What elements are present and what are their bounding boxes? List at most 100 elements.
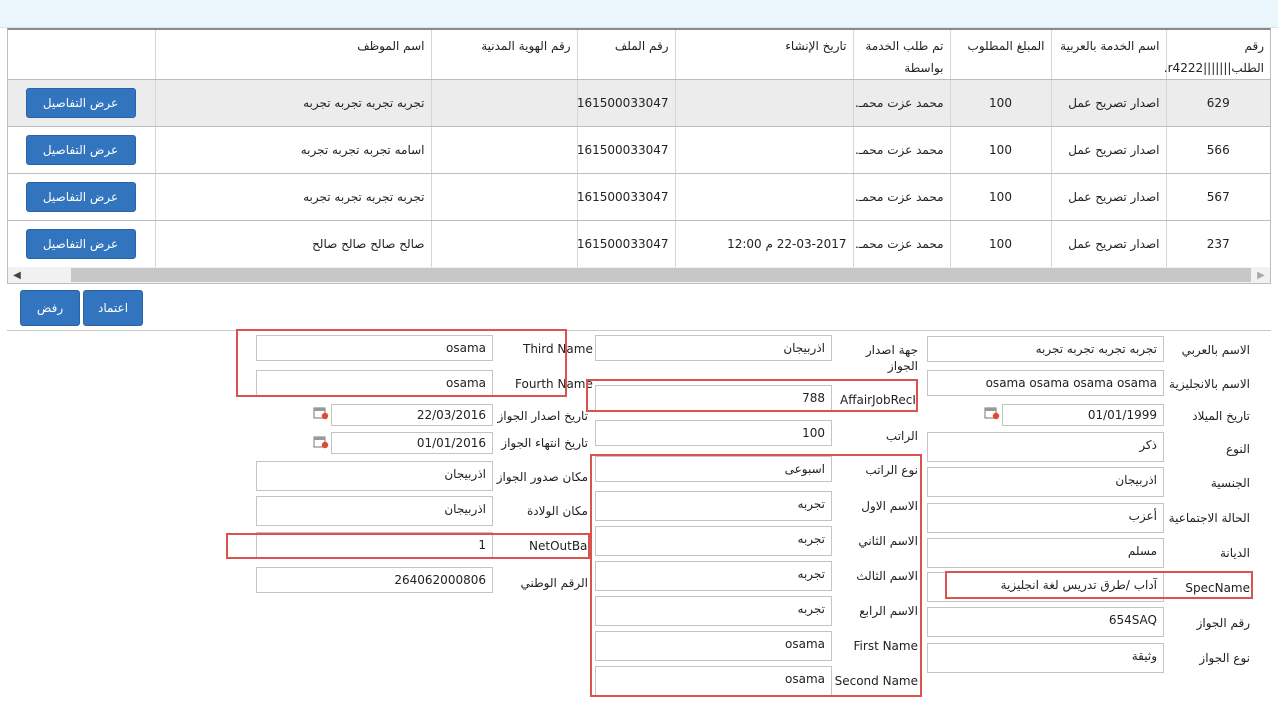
third-name-ar-field[interactable]: تجربه — [595, 561, 832, 591]
passport-issue-date-label: تاريخ اصدار الجواز — [497, 409, 588, 423]
table-row[interactable]: 566 اصدار تصريح عمل 100 محمد عزت محمـ...… — [8, 126, 1270, 174]
affair-job-field[interactable]: 788 — [595, 385, 832, 411]
net-out-label: NetOutBal — [529, 539, 587, 553]
view-details-button[interactable]: عرض التفاصيل — [25, 229, 136, 259]
fourth-name-en-field[interactable]: osama — [256, 370, 493, 396]
table-row[interactable]: 567 اصدار تصريح عمل 100 محمد عزت محمـ...… — [8, 173, 1270, 221]
view-details-button[interactable]: عرض التفاصيل — [25, 88, 136, 118]
view-details-button[interactable]: عرض التفاصيل — [25, 135, 136, 165]
passport-type-label: نوع الجواز — [1199, 651, 1250, 665]
cell-amount: 100 — [949, 79, 1051, 127]
name-ar-field[interactable]: تجربه تجربه تجربه تجربه — [927, 336, 1164, 362]
first-name-ar-field[interactable]: تجربه — [595, 491, 832, 521]
col-actions — [8, 30, 155, 80]
salary-type-label: نوع الراتب — [865, 463, 918, 477]
cell-requested-by: محمد عزت محمـ... — [852, 79, 950, 127]
net-out-field[interactable]: 1 — [256, 532, 493, 558]
table-header-row: رقم الطلب|||||||r4222. اسم الخدمة بالعرب… — [8, 30, 1270, 80]
cell-employee: صالح صالح صالح صالح — [154, 220, 431, 268]
cell-civil-id — [430, 220, 577, 268]
gender-field[interactable]: ذكر — [927, 432, 1164, 462]
col-created-date[interactable]: تاريخ الإنشاء — [674, 30, 853, 80]
col-requested-by[interactable]: تم طلب الخدمة بواسطة — [852, 30, 950, 80]
fourth-name-ar-field[interactable]: تجربه — [595, 596, 832, 626]
passport-issuer-label: جهة اصدار الجواز — [865, 343, 918, 373]
cell-requested-by: محمد عزت محمـ... — [852, 173, 950, 221]
second-name-en-field[interactable]: osama — [595, 666, 832, 696]
salary-type-field[interactable]: اسبوعى — [595, 456, 832, 482]
cell-service: اصدار تصريح عمل — [1050, 79, 1166, 127]
birth-date-field[interactable]: 01/01/1999 — [1002, 404, 1164, 426]
passport-issue-date-field[interactable]: 22/03/2016 — [331, 404, 493, 426]
col-civil-id[interactable]: رقم الهوية المدنية — [430, 30, 577, 80]
nationality-field[interactable]: اذربيجان — [927, 467, 1164, 497]
cell-employee: تجربه تجربه تجربه تجربه — [154, 79, 431, 127]
spec-label: SpecName — [1185, 581, 1250, 595]
col-employee-name[interactable]: اسم الموظف — [154, 30, 431, 80]
table-row[interactable]: 629 اصدار تصريح عمل 100 محمد عزت محمـ...… — [8, 79, 1270, 127]
passport-expiry-date-label: تاريخ انتهاء الجواز — [501, 436, 588, 450]
passport-type-field[interactable]: وثيقة — [927, 643, 1164, 673]
reject-button[interactable]: رفض — [20, 290, 80, 326]
salary-field[interactable]: 100 — [595, 420, 832, 446]
cell-employee: تجربه تجربه تجربه تجربه — [154, 173, 431, 221]
cell-created — [674, 126, 853, 174]
scroll-right-icon[interactable]: ▶ — [1254, 267, 1268, 283]
table-row[interactable]: 237 اصدار تصريح عمل 100 محمد عزت محمـ...… — [8, 220, 1270, 268]
spec-field[interactable]: آداب /طرق تدريس لغة انجليزية — [927, 572, 1164, 602]
passport-place-field[interactable]: اذربيجان — [256, 461, 493, 491]
calendar-icon[interactable] — [313, 406, 329, 420]
birth-place-field[interactable]: اذربيجان — [256, 496, 493, 526]
cell-requested-by: محمد عزت محمـ... — [852, 126, 950, 174]
religion-field[interactable]: مسلم — [927, 538, 1164, 568]
cell-amount: 100 — [949, 126, 1051, 174]
section-divider — [7, 330, 1271, 331]
passport-no-label: رقم الجواز — [1196, 616, 1250, 630]
first-name-en-field[interactable]: osama — [595, 631, 832, 661]
fourth-name-ar-label: الاسم الرابع — [859, 604, 918, 618]
second-name-ar-label: الاسم الثاني — [858, 534, 918, 548]
approve-button[interactable]: اعتماد — [83, 290, 143, 326]
second-name-ar-field[interactable]: تجربه — [595, 526, 832, 556]
col-file-no[interactable]: رقم الملف — [576, 30, 675, 80]
col-service-name[interactable]: اسم الخدمة بالعربية — [1050, 30, 1166, 80]
salary-label: الراتب — [885, 429, 918, 443]
cell-created — [674, 79, 853, 127]
calendar-icon[interactable] — [984, 406, 1000, 420]
passport-place-label: مكان صدور الجواز — [496, 470, 588, 484]
cell-request-no: 237 — [1165, 220, 1270, 268]
horizontal-scrollbar[interactable]: ◀ ▶ — [8, 267, 1270, 283]
passport-issuer-field[interactable]: اذربيجان — [595, 335, 832, 361]
cell-actions: عرض التفاصيل — [8, 126, 155, 174]
cell-civil-id — [430, 126, 577, 174]
cell-file-no: 161500033047 — [576, 173, 675, 221]
marital-field[interactable]: أعزب — [927, 503, 1164, 533]
cell-request-no: 566 — [1165, 126, 1270, 174]
cell-file-no: 161500033047 — [576, 126, 675, 174]
third-name-en-label: Third Name — [523, 342, 593, 356]
col-amount[interactable]: المبلغ المطلوب — [949, 30, 1051, 80]
requests-table: رقم الطلب|||||||r4222. اسم الخدمة بالعرب… — [8, 30, 1270, 268]
passport-no-field[interactable]: 654SAQ — [927, 607, 1164, 637]
cell-file-no: 161500033047 — [576, 79, 675, 127]
col-request-no[interactable]: رقم الطلب|||||||r4222. — [1164, 30, 1270, 80]
marital-label: الحالة الاجتماعية — [1168, 511, 1250, 525]
cell-civil-id — [430, 79, 577, 127]
third-name-ar-label: الاسم الثالث — [856, 569, 918, 583]
name-ar-label: الاسم بالعربي — [1181, 343, 1250, 357]
cell-created: 22-03-2017 م 12:00 — [674, 220, 853, 268]
view-details-button[interactable]: عرض التفاصيل — [25, 182, 136, 212]
cell-employee: اسامه تجربه تجربه تجربه — [154, 126, 431, 174]
name-en-label: الاسم بالانجليزية — [1169, 377, 1250, 391]
scrollbar-thumb[interactable] — [71, 268, 1251, 282]
cell-actions: عرض التفاصيل — [8, 220, 155, 268]
third-name-en-field[interactable]: osama — [256, 335, 493, 361]
passport-expiry-date-field[interactable]: 01/01/2016 — [331, 432, 493, 454]
calendar-icon[interactable] — [313, 435, 329, 449]
affair-job-label: AffairJobRecId — [840, 393, 918, 407]
national-no-field[interactable]: 264062000806 — [256, 567, 493, 593]
gender-label: النوع — [1226, 442, 1250, 456]
scroll-left-icon[interactable]: ◀ — [10, 267, 24, 283]
first-name-en-label: First Name — [853, 639, 918, 653]
name-en-field[interactable]: osama osama osama osama — [927, 370, 1164, 396]
